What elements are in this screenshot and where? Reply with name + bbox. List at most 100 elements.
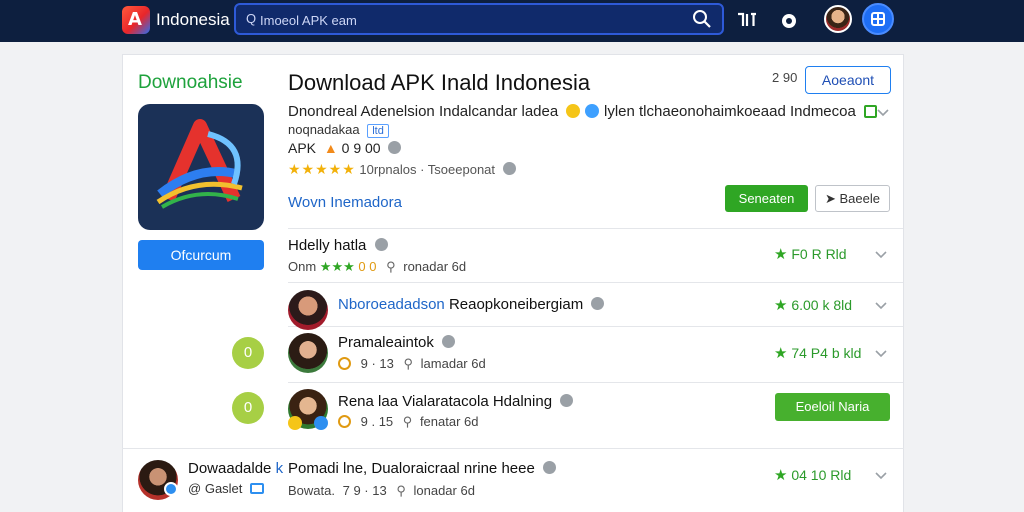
chevron-down-icon[interactable] — [876, 106, 890, 120]
meta-text: noqnadakaa — [288, 122, 360, 137]
divider — [288, 382, 903, 383]
list-item-sub: Onm ★★★ 0 0 ⚲ ronadar 6d — [288, 259, 466, 275]
divider — [288, 326, 903, 327]
info-icon[interactable] — [502, 162, 516, 175]
row-rating-text: 6.00 k 8ld — [791, 297, 853, 313]
list-item-title: Pomadi lne, Dualoraicraal nrine heee — [288, 460, 556, 477]
list-item-rating: ★ F0 R Rld — [774, 245, 847, 263]
twitter-icon — [314, 416, 328, 430]
apk-line: APK ▲ 0 9 00 — [288, 140, 402, 156]
description-right: lylen tlchaeonohaimkoeaad Indmecoa — [604, 103, 856, 120]
download-button[interactable]: Ofcurcum — [138, 240, 264, 270]
row-rating-text: 04 10 Rld — [791, 467, 852, 483]
list-item-rating: ★ 6.00 k 8ld — [774, 296, 852, 314]
emoji-icon — [566, 104, 581, 118]
row-sub-counts: 9 . 15 — [360, 414, 394, 429]
secondary-button-label: Baeele — [839, 191, 880, 206]
avatar — [288, 290, 328, 330]
brand-letter: A — [128, 9, 142, 30]
secondary-button[interactable]: ➤ Baeele — [815, 185, 890, 212]
list-item-title: Pramaleaintok — [338, 334, 456, 351]
row-title-text: Reaopkoneibergiam — [448, 296, 584, 313]
install-button[interactable]: Eoeloil Naria — [775, 393, 890, 421]
rank-badge: 0 — [232, 337, 264, 369]
fire-icon: ▲ — [323, 140, 338, 156]
row-title-blue[interactable]: Nboroeadadson — [338, 296, 445, 313]
star-icon: ★ — [774, 467, 788, 484]
list-item-sub: 9 . 15 ⚲ fenatar 6d — [338, 414, 478, 430]
price-label: 2 90 — [772, 70, 798, 85]
row-sub-counts: 9 · 13 — [360, 356, 394, 371]
author-sub-text: Gaslet — [204, 481, 243, 496]
author-name-text[interactable]: Dowaadalde — [188, 460, 271, 477]
row-sub-tail: lonadar 6d — [413, 483, 475, 498]
search-icon: ⚲ — [386, 259, 396, 274]
list-item-sub: 9 · 13 ⚲ lamadar 6d — [338, 356, 486, 372]
action-button[interactable]: Aoeaont — [805, 66, 891, 94]
row-sub-counts: 0 0 — [358, 259, 377, 274]
row-sub-lead: Onm — [288, 259, 317, 274]
search-text: Imoeol APK eam — [260, 13, 357, 28]
primary-green-button[interactable]: Seneaten — [725, 185, 808, 212]
avatar — [288, 333, 328, 373]
row-sub-lead: Bowata. — [288, 483, 335, 498]
search-icon: ⚲ — [402, 414, 413, 429]
row-sub-stars: ★★★ — [319, 259, 355, 274]
app-logo-icon — [156, 119, 243, 209]
description-text: Dnondreal Adenelsion Indalcandar ladea — [288, 103, 599, 120]
divider — [288, 228, 903, 229]
emoji-icon — [338, 415, 351, 428]
search-prefix: Q — [246, 11, 257, 26]
chevron-down-icon[interactable] — [874, 469, 888, 483]
search-input[interactable]: Q Imoeol APK eam — [234, 3, 724, 35]
author-name: Dowaadalde k — [188, 460, 283, 477]
list-item-rating: ★ 04 10 Rld — [774, 466, 851, 484]
emoji-icon — [288, 416, 302, 430]
emoji-icon — [584, 104, 599, 118]
divider — [122, 448, 904, 449]
meta-line: noqnadakaa ltd — [288, 122, 389, 138]
chevron-down-icon[interactable] — [874, 248, 888, 262]
search-icon: ⚲ — [396, 483, 406, 498]
row-sub-tail: fenatar 6d — [419, 414, 479, 429]
publisher-link[interactable]: Wovn Inemadora — [288, 194, 402, 211]
brand-logo[interactable]: A — [122, 6, 150, 34]
globe-icon — [871, 12, 885, 26]
chevron-down-icon[interactable] — [874, 347, 888, 361]
author-name-suffix: k — [275, 460, 284, 477]
search-icon[interactable] — [692, 9, 712, 29]
record-icon[interactable] — [776, 8, 802, 34]
info-icon[interactable] — [542, 461, 556, 474]
meta-tag[interactable]: ltd — [367, 124, 389, 138]
divider — [288, 282, 903, 283]
row-sub-tail: lamadar 6d — [420, 356, 486, 371]
author-sub-lead: @ — [188, 481, 202, 496]
info-icon[interactable] — [591, 297, 605, 310]
apk-label: APK — [288, 140, 317, 156]
row-title-text: Hdelly hatla — [288, 237, 367, 254]
app-icon — [138, 104, 264, 230]
row-title-text: Pomadi lne, Dualoraicraal nrine heee — [288, 460, 535, 477]
account-menu-button[interactable] — [862, 3, 894, 35]
tools-icon[interactable] — [734, 8, 760, 34]
top-navigation-bar: A Indonesia Q Imoeol APK eam — [0, 0, 1024, 42]
rank-badge: 0 — [232, 392, 264, 424]
info-icon[interactable] — [442, 335, 456, 348]
rating-line: ★★★★★ 10rpnalos · Tsoeeponat — [288, 161, 516, 178]
list-item-title: Rena laa Vialaratacola Hdalning — [338, 393, 574, 410]
avatar[interactable] — [824, 5, 852, 33]
description-main: Dnondreal Adenelsion Indalcandar ladea — [288, 103, 559, 120]
row-sub-tail: ronadar 6d — [403, 259, 467, 274]
star-icon: ★ — [774, 246, 788, 263]
page-title: Download APK Inald Indonesia — [288, 70, 591, 95]
info-icon[interactable] — [388, 141, 402, 154]
search-icon: ⚲ — [403, 356, 414, 371]
brand-name[interactable]: Indonesia — [156, 10, 230, 30]
chevron-down-icon[interactable] — [874, 299, 888, 313]
author-sub: @ Gaslet — [188, 481, 265, 496]
twitter-icon — [164, 482, 178, 496]
apk-counts: 0 9 00 — [341, 140, 381, 156]
info-icon[interactable] — [560, 394, 574, 407]
info-icon[interactable] — [374, 238, 388, 251]
description-secondary: lylen tlchaeonohaimkoeaad Indmecoa — [604, 103, 878, 120]
